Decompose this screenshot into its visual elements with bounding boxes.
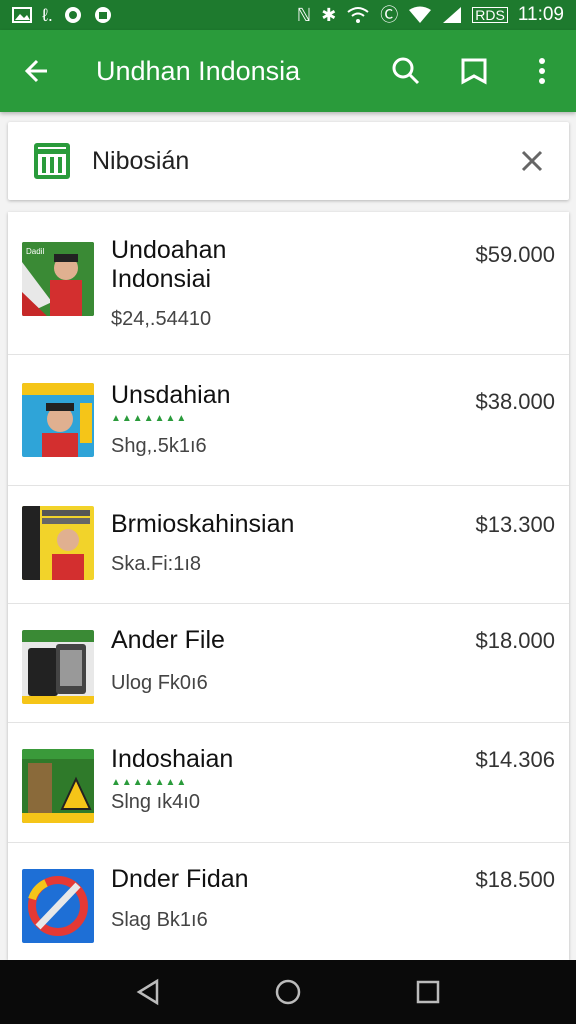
nav-home-button[interactable] — [264, 968, 312, 1016]
app-thumbnail — [22, 869, 94, 943]
search-input[interactable] — [92, 146, 472, 176]
rating-stars: ▲▲▲▲▲▲▲ — [111, 413, 188, 424]
item-subtitle: Ska.Fi:1ı8 — [111, 553, 202, 575]
android-icon — [94, 7, 111, 23]
item-price: $38.000 — [475, 389, 555, 414]
recents-square-icon — [416, 980, 440, 1004]
app-thumbnail — [22, 506, 94, 580]
navigation-bar — [0, 960, 576, 1024]
item-title: Indoshaian — [111, 745, 234, 773]
status-time: 11:09 — [517, 4, 564, 25]
item-subtitle: Slng ık4ı0 — [111, 791, 200, 813]
search-icon — [392, 57, 420, 85]
item-title: Brmioskahinsian — [111, 510, 295, 538]
item-price: $13.300 — [475, 512, 555, 537]
search-button[interactable] — [372, 30, 440, 112]
alarm-icon: Ⓒ — [380, 5, 399, 25]
bookmark-button[interactable] — [440, 30, 508, 112]
item-price: $18.500 — [475, 867, 555, 892]
item-subtitle: Slag Bk1ı6 — [111, 909, 208, 931]
wifi-full-icon — [409, 6, 432, 23]
app-thumbnail — [22, 749, 94, 823]
list-item[interactable]: Dadil Undoahan Indonsiai $24,.54410 $59.… — [8, 212, 569, 355]
item-title-line1: Undoahan — [111, 236, 227, 264]
item-price: $59.000 — [475, 242, 555, 267]
clear-search-button[interactable] — [515, 144, 549, 178]
item-subtitle: Ulog Fk0ı6 — [111, 672, 208, 694]
wifi-icon — [347, 7, 369, 23]
rating-stars: ▲▲▲▲▲▲▲ — [111, 777, 188, 788]
item-subtitle: $24,.54410 — [111, 308, 212, 330]
nav-back-button[interactable] — [124, 968, 172, 1016]
n-icon: ℕ — [296, 5, 312, 25]
bookmark-icon — [461, 58, 487, 85]
list-item[interactable]: Unsdahian ▲▲▲▲▲▲▲ Shg,.5k1ı6 $38.000 — [8, 355, 569, 486]
status-right-icons: ℕ ✱ Ⓒ RDS 11:09 — [297, 4, 564, 26]
item-subtitle: Shg,.5k1ı6 — [111, 435, 207, 457]
close-icon — [521, 150, 543, 172]
bluetooth-icon: ✱ — [321, 5, 337, 25]
store-icon — [34, 143, 70, 179]
back-triangle-icon — [136, 978, 159, 1006]
item-title: Dnder Fidan — [111, 865, 249, 893]
status-left-icons: ℓ. — [12, 5, 113, 25]
more-options-button[interactable] — [508, 30, 576, 112]
item-price: $18.000 — [475, 628, 555, 653]
nav-recents-button[interactable] — [404, 968, 452, 1016]
page-title: Undhan Indonsia — [96, 55, 301, 86]
search-bar — [8, 122, 569, 200]
results-list: Dadil Undoahan Indonsiai $24,.54410 $59.… — [8, 212, 569, 960]
list-item[interactable]: Ander File Ulog Fk0ı6 $18.000 — [8, 604, 569, 723]
more-vert-icon — [539, 58, 545, 84]
item-title: Unsdahian — [111, 381, 231, 409]
text-icon: ℓ. — [42, 5, 53, 25]
battery-text: RDS — [472, 7, 508, 23]
image-icon — [12, 7, 32, 23]
svg-text:Dadil: Dadil — [26, 247, 44, 256]
list-item[interactable]: Dnder Fidan Slag Bk1ı6 $18.500 — [8, 843, 569, 960]
app-thumbnail: Dadil — [22, 242, 94, 316]
item-title-line2: Indonsiai — [111, 265, 212, 293]
app-thumbnail — [22, 630, 94, 704]
signal-icon — [443, 7, 462, 23]
back-button[interactable] — [0, 30, 74, 112]
item-price: $14.306 — [475, 747, 555, 772]
app-bar: Undhan Indonsia — [0, 30, 576, 112]
home-circle-icon — [275, 979, 301, 1005]
arrow-left-icon — [24, 59, 47, 83]
list-item[interactable]: Indoshaian ▲▲▲▲▲▲▲ Slng ık4ı0 $14.306 — [8, 723, 569, 843]
status-bar: ℓ. ℕ ✱ Ⓒ RDS 11:09 — [0, 0, 576, 30]
app-thumbnail — [22, 383, 94, 457]
list-item[interactable]: Brmioskahinsian Ska.Fi:1ı8 $13.300 — [8, 486, 569, 604]
item-title: Ander File — [111, 626, 225, 654]
circle-icon — [64, 7, 81, 23]
